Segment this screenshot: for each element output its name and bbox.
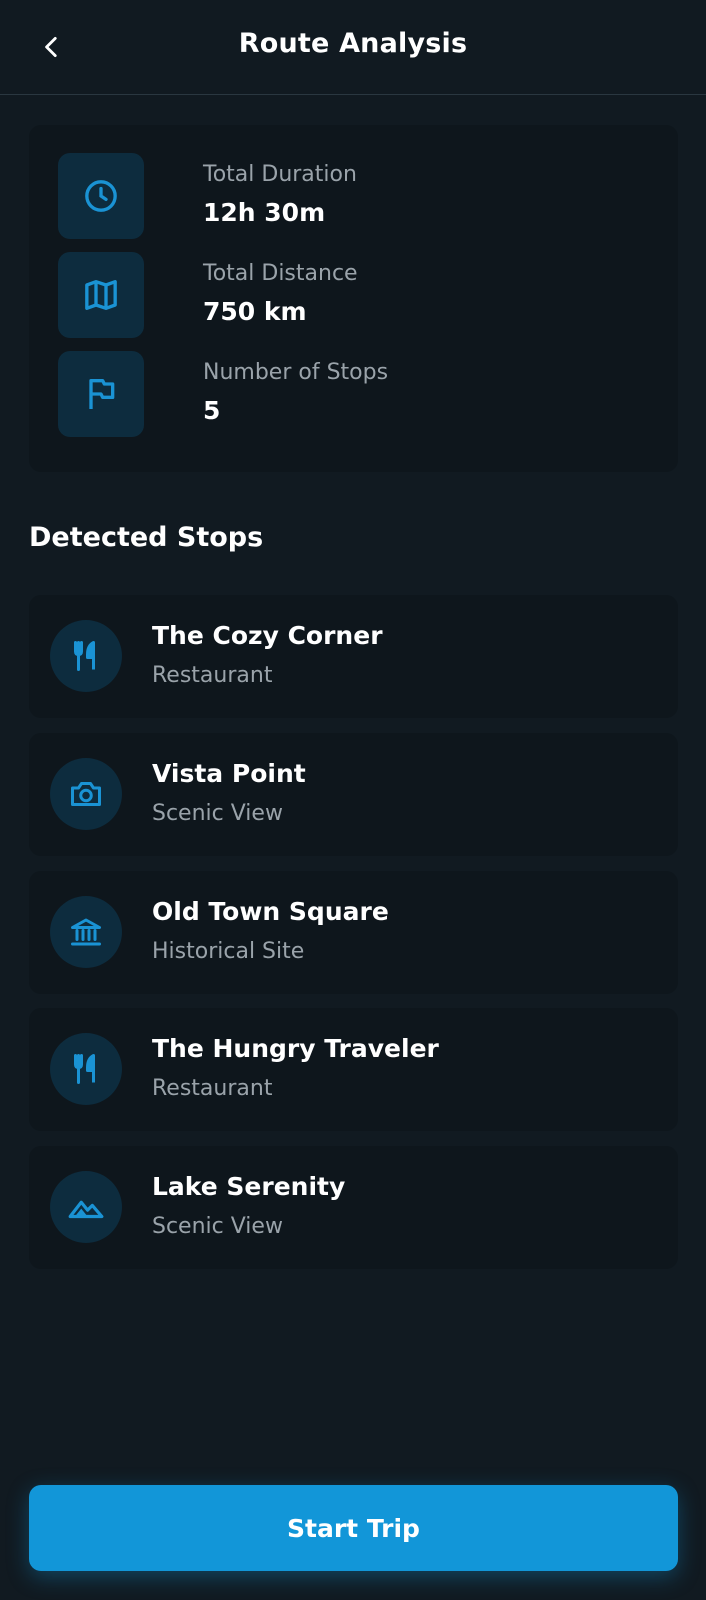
flag-icon	[58, 351, 144, 437]
stop-item[interactable]: Lake Serenity Scenic View	[29, 1146, 678, 1269]
metric-total-distance: Total Distance 750 km	[58, 252, 658, 338]
stop-name: Lake Serenity	[152, 1172, 346, 1201]
stop-type: Scenic View	[152, 1214, 283, 1239]
metric-total-duration: Total Duration 12h 30m	[58, 153, 658, 239]
map-icon	[58, 252, 144, 338]
metric-value: 750 km	[203, 297, 307, 326]
start-trip-button[interactable]: Start Trip	[29, 1485, 678, 1571]
landscape-icon	[50, 1171, 122, 1243]
stop-name: Vista Point	[152, 759, 306, 788]
stop-item[interactable]: The Cozy Corner Restaurant	[29, 595, 678, 718]
stop-item[interactable]: Old Town Square Historical Site	[29, 871, 678, 994]
detected-stops-heading: Detected Stops	[29, 522, 264, 553]
stop-name: The Hungry Traveler	[152, 1034, 439, 1063]
stop-type: Historical Site	[152, 939, 305, 964]
metric-label: Total Distance	[203, 261, 358, 286]
route-summary-card: Total Duration 12h 30m Total Distance 75…	[29, 125, 678, 472]
stop-item[interactable]: The Hungry Traveler Restaurant	[29, 1008, 678, 1131]
app-header: Route Analysis	[0, 0, 706, 95]
clock-icon	[58, 153, 144, 239]
metric-label: Total Duration	[203, 162, 357, 187]
page-title: Route Analysis	[238, 28, 468, 59]
metric-label: Number of Stops	[203, 360, 389, 385]
camera-icon	[50, 758, 122, 830]
metric-value: 12h 30m	[203, 198, 326, 227]
stop-name: Old Town Square	[152, 897, 389, 926]
museum-icon	[50, 896, 122, 968]
restaurant-icon	[50, 1033, 122, 1105]
stop-type: Restaurant	[152, 663, 273, 688]
stop-item[interactable]: Vista Point Scenic View	[29, 733, 678, 856]
stop-type: Restaurant	[152, 1076, 273, 1101]
metric-value: 5	[203, 396, 221, 425]
stop-name: The Cozy Corner	[152, 621, 383, 650]
metric-number-of-stops: Number of Stops 5	[58, 351, 658, 437]
stop-type: Scenic View	[152, 801, 283, 826]
restaurant-icon	[50, 620, 122, 692]
